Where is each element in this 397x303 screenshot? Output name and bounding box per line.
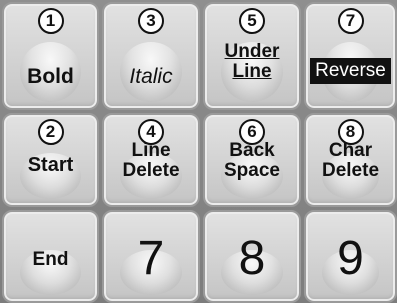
backspace-key[interactable]: 6 Back Space [203,113,301,207]
digit-7-label: 7 [137,232,165,285]
badge-7: 7 [337,8,364,34]
badge-5: 5 [239,8,265,34]
line-delete-key[interactable]: 4 Line Delete [102,113,200,207]
badge-2: 2 [37,119,64,145]
bold-key[interactable]: 1 Bold [2,2,99,110]
badge-3: 3 [138,8,164,34]
badge-4: 4 [138,119,164,145]
end-label: End [32,249,69,270]
char-delete-key[interactable]: 8 Char Delete [304,113,397,207]
digit-7-key[interactable]: 7 [102,210,200,303]
reverse-label: Reverse [310,58,391,84]
reverse-key[interactable]: 7 Reverse [304,2,397,110]
char-delete-label-line2: Delete [321,159,380,181]
start-label: Start [27,154,74,176]
badge-1: 1 [37,8,64,34]
underline-key[interactable]: 5 Under Line [203,2,301,110]
backspace-label: Back Space [205,141,299,181]
line-delete-label-line2: Delete [122,159,180,181]
italic-label: Italic [129,65,173,88]
bold-label: Bold [27,65,74,88]
digit-8-key[interactable]: 8 [203,210,301,303]
badge-6: 6 [239,119,265,145]
underline-label-line1: Under [224,41,280,62]
line-delete-label: Line Delete [104,141,198,181]
digit-9-key[interactable]: 9 [304,210,397,303]
digit-9-label: 9 [337,232,364,285]
underline-label-line2: Line [232,60,272,82]
end-key[interactable]: End [2,210,99,303]
backspace-label-line2: Space [224,159,280,181]
keypad: 1 Bold 3 Italic 5 Under Line 7 Reverse 2… [0,0,397,303]
char-delete-label: Char Delete [306,141,395,181]
underline-label: Under Line [205,42,299,82]
badge-8: 8 [337,119,364,145]
start-key[interactable]: 2 Start [2,113,99,207]
digit-8-label: 8 [238,232,266,285]
italic-key[interactable]: 3 Italic [102,2,200,110]
